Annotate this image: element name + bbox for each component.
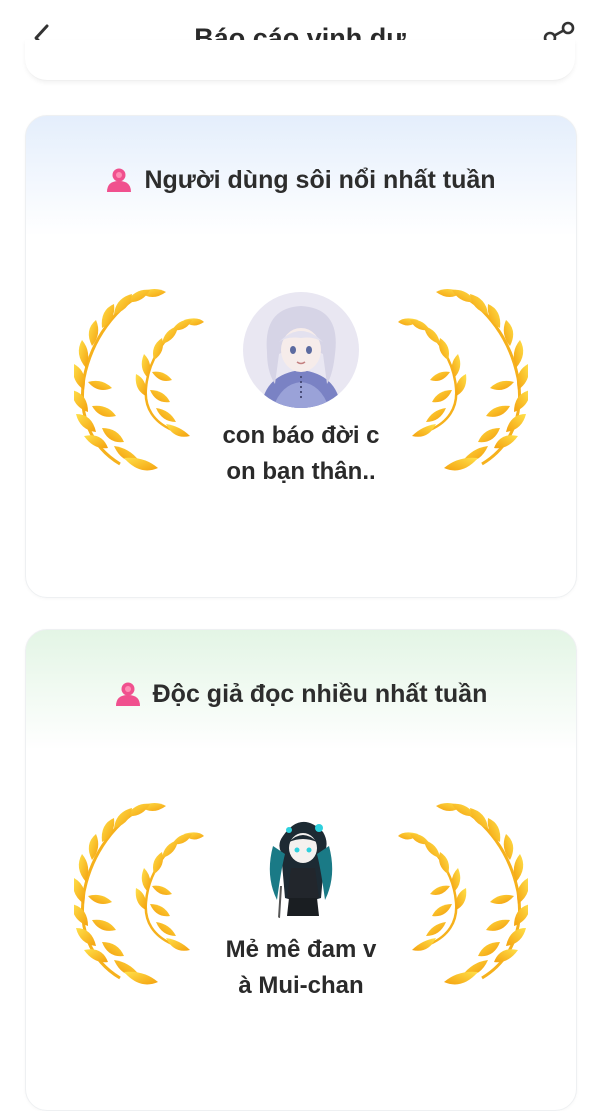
- card-title: Độc giả đọc nhiều nhất tuần: [152, 679, 488, 708]
- user-name-line-2: on bạn thân..: [226, 458, 376, 485]
- user-icon: [107, 168, 132, 192]
- laurel-left-icon: [74, 801, 206, 986]
- honor-card-active-user: Người dùng sôi nổi nhất tuần con báo đời…: [25, 115, 577, 598]
- avatar[interactable]: [243, 292, 359, 408]
- user-name[interactable]: Mẻ mê đam v à Mui-chan: [201, 932, 401, 1004]
- previous-card-edge: [25, 40, 575, 81]
- user-name-line-1: Mẻ mê đam v: [225, 936, 377, 963]
- laurel-left-icon: [74, 287, 206, 472]
- card-header: Độc giả đọc nhiều nhất tuần: [26, 674, 576, 714]
- laurel-right-icon: [396, 287, 528, 472]
- laurel-right-icon: [396, 801, 528, 986]
- avatar[interactable]: [243, 806, 359, 922]
- user-name-line-2: à Mui-chan: [238, 972, 364, 999]
- user-name-line-1: con báo đời c: [222, 422, 380, 449]
- user-name[interactable]: con báo đời c on bạn thân..: [201, 418, 401, 490]
- card-header: Người dùng sôi nổi nhất tuần: [26, 160, 576, 200]
- honor-card-top-reader: Độc giả đọc nhiều nhất tuần Mẻ mê đam v …: [25, 629, 577, 1111]
- card-title: Người dùng sôi nổi nhất tuần: [144, 165, 496, 194]
- user-icon: [115, 682, 140, 706]
